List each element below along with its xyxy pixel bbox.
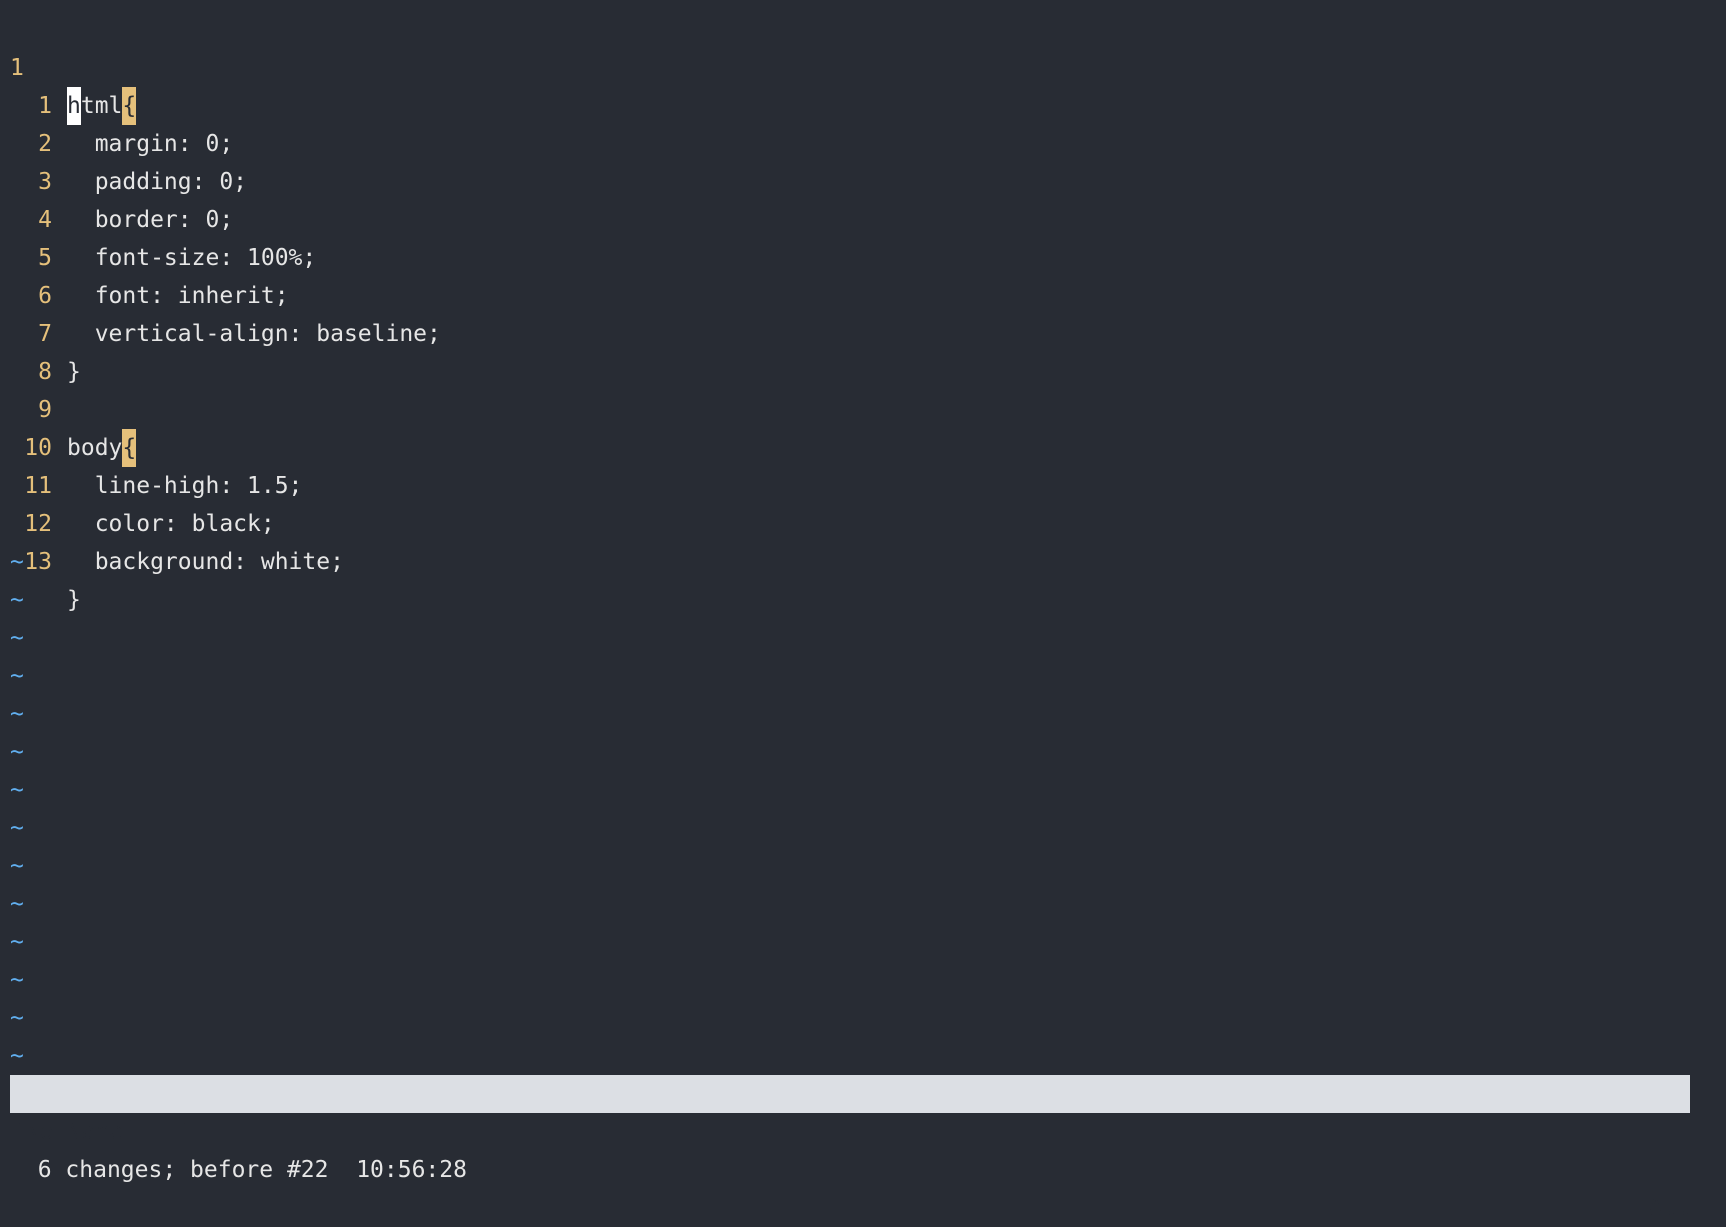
status-line: [No Name] [+] 1,1 All <box>10 1075 1690 1221</box>
empty-line-tilde: ~ <box>10 777 24 803</box>
buffer-line[interactable]: 9 body{ <box>0 353 1726 467</box>
buffer-line[interactable]: 7 } <box>0 277 1726 385</box>
buffer-line[interactable]: 1 margin: 0; <box>0 49 1726 157</box>
buffer-line[interactable]: 8 <box>0 315 1726 385</box>
buffer-line[interactable]: 3 border: 0; <box>0 125 1726 233</box>
empty-line-tilde: ~ <box>10 625 24 651</box>
editor-buffer[interactable]: 1 html{ 1 margin: 0; 2 padding: 0; 3 bor… <box>0 11 1726 1075</box>
buffer-line[interactable]: 2 padding: 0; <box>0 87 1726 195</box>
empty-line-tilde: ~ <box>10 929 24 955</box>
line-number: 13 <box>24 549 52 575</box>
line-text: } <box>67 587 81 613</box>
buffer-line[interactable]: 4 font-size: 100%; <box>0 163 1726 271</box>
scroll-percent: All <box>1648 1195 1690 1221</box>
buffer-line[interactable]: 11 color: black; <box>0 429 1726 537</box>
line-text: background: white; <box>67 549 344 575</box>
cursor-position: 1,1 <box>1438 1157 1480 1183</box>
empty-line-tilde: ~ <box>10 853 24 879</box>
buffer-line[interactable]: 6 vertical-align: baseline; <box>0 239 1726 347</box>
empty-line-tilde: ~ <box>10 663 24 689</box>
empty-line-tilde: ~ <box>10 891 24 917</box>
buffer-line[interactable]: 12 background: white; <box>0 467 1726 575</box>
buffer-line[interactable]: 5 font: inherit; <box>0 201 1726 309</box>
command-line[interactable]: 6 changes; before #22 10:56:28 <box>10 1113 467 1183</box>
empty-line-tilde: ~ <box>10 587 24 613</box>
empty-line-tilde: ~ <box>10 1043 24 1069</box>
command-message: 6 changes; before #22 10:56:28 <box>37 1157 467 1183</box>
empty-line-tilde: ~ <box>10 739 24 765</box>
buffer-line[interactable]: 1 html{ <box>0 11 1726 125</box>
empty-line-tilde: ~ <box>10 967 24 993</box>
buffer-line[interactable]: 10 line-high: 1.5; <box>0 391 1726 499</box>
empty-line-tilde: ~ <box>10 1005 24 1031</box>
empty-line-tilde: ~ <box>10 815 24 841</box>
empty-line-tilde: ~ <box>10 701 24 727</box>
buffer-line[interactable]: 13 } <box>0 505 1726 613</box>
